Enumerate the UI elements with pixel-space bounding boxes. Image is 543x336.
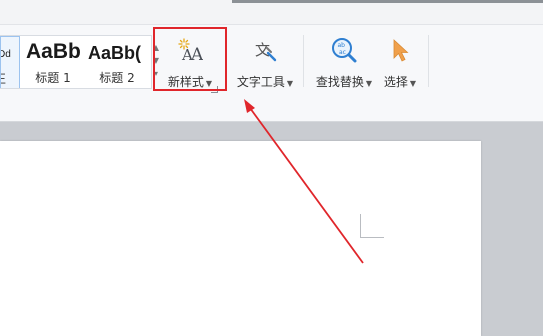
style-name-label: 正 <box>1 70 12 87</box>
style-name-label: 标题 2 <box>99 71 135 85</box>
title-strip <box>0 0 543 24</box>
style-tile-normal[interactable]: cDd 正 <box>0 36 20 88</box>
style-tile-heading-1[interactable]: AaBb 标题 1 <box>24 36 82 88</box>
svg-text:ab: ab <box>338 42 346 49</box>
text-tools-button[interactable]: 文 文字工具 ▼ <box>234 33 296 89</box>
chevron-down-icon: ▼ <box>409 79 417 88</box>
style-tile-heading-2[interactable]: AaBb( 标题 2 <box>86 36 148 88</box>
find-replace-label: 查找替换 ▼ <box>315 75 373 89</box>
text-tools-icon: 文 <box>255 41 277 62</box>
style-sample-text: cDd <box>1 49 11 60</box>
margin-corner-mark <box>360 214 384 238</box>
chevron-down-icon: ▼ <box>365 79 373 88</box>
style-sample-text: AaBb( <box>88 43 141 63</box>
annotation-highlight-box <box>153 27 227 91</box>
svg-text:ac: ac <box>339 49 346 56</box>
style-sample-text: AaBb <box>26 40 81 63</box>
document-page[interactable] <box>0 141 481 336</box>
style-name-label: 标题 1 <box>35 71 71 85</box>
chevron-down-icon: ▼ <box>286 79 294 88</box>
select-label: 选择 ▼ <box>383 75 417 89</box>
cursor-arrow-icon <box>393 39 409 62</box>
ribbon-toolbar: cDd 正 AaBb 标题 1 AaBb( 标题 2 ▲ ▼ ▾ <box>0 24 543 122</box>
find-replace-icon: ab ac <box>332 38 357 63</box>
text-tools-label: 文字工具 ▼ <box>236 75 294 89</box>
toolbar-divider <box>303 35 304 87</box>
toolbar-divider <box>428 35 429 87</box>
window-top-edge <box>232 0 543 3</box>
style-gallery: cDd 正 AaBb 标题 1 AaBb( 标题 2 <box>0 35 152 89</box>
find-replace-button[interactable]: ab ac 查找替换 ▼ <box>312 33 376 89</box>
select-button[interactable]: 选择 ▼ <box>380 33 420 89</box>
